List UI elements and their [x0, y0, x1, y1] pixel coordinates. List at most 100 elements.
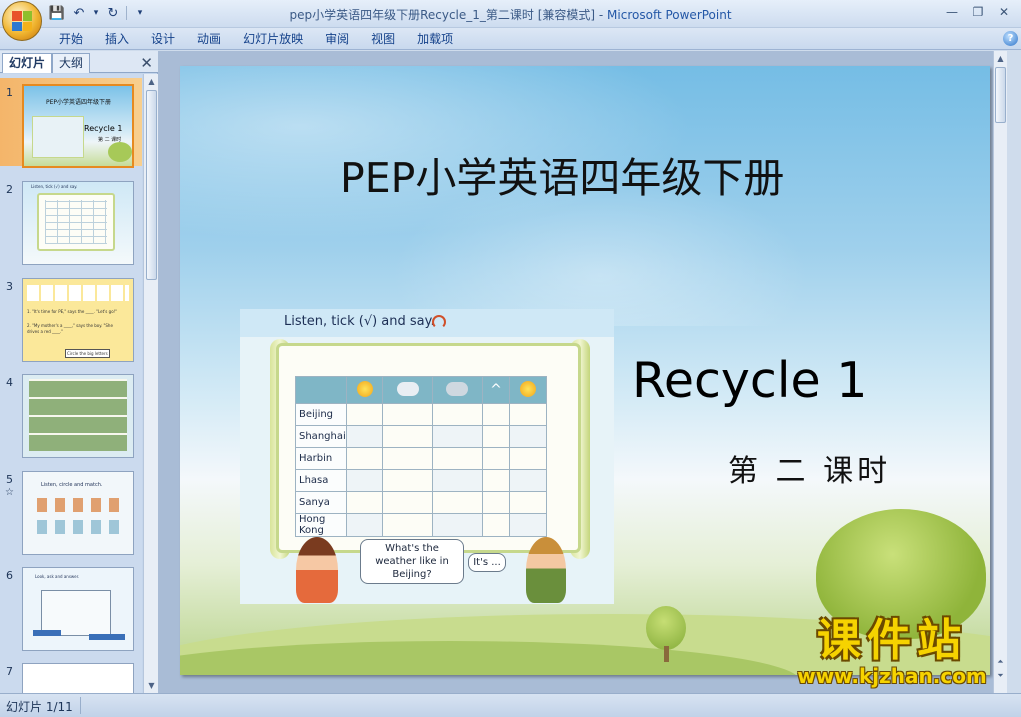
tab-view[interactable]: 视图 [360, 30, 406, 49]
table-cell[interactable] [432, 425, 483, 448]
panel-close-icon[interactable]: ✕ [140, 54, 153, 72]
table-cell[interactable] [382, 469, 434, 492]
table-cell[interactable] [382, 491, 434, 514]
tab-animations[interactable]: 动画 [186, 30, 232, 49]
slide-thumbnail-6[interactable]: 6 Look, ask and answer. [0, 561, 142, 651]
thumb-line-2: 2. "My mother's a ____," says the boy. "… [27, 323, 113, 334]
thumbnail-image: PEP小学英语四年级下册 Recycle 1 第 二 课时 [22, 84, 134, 168]
scroll-up-icon[interactable]: ▲ [995, 53, 1006, 64]
thumb-pic [32, 116, 84, 158]
thumb-instruction: Look, ask and answer. [35, 574, 80, 579]
table-cell[interactable] [432, 469, 483, 492]
tab-home[interactable]: 开始 [48, 30, 94, 49]
scroll-up-icon[interactable]: ▲ [146, 76, 157, 87]
headphones-icon [432, 315, 446, 329]
tab-design[interactable]: 设计 [140, 30, 186, 49]
table-cell[interactable] [509, 447, 547, 470]
table-row: Sanya [295, 491, 547, 514]
table-cell[interactable] [432, 513, 483, 537]
table-cell[interactable] [345, 425, 384, 448]
slide-thumbnail-3[interactable]: 3 1. "It's time for PE," says the ____. … [0, 272, 142, 362]
table-cell[interactable] [432, 447, 483, 470]
city-cell: Shanghai [295, 425, 347, 448]
slide-thumbnail-5[interactable]: 5 ☆ Listen, circle and match. [0, 465, 142, 555]
title-bar: 💾 ↶ ▾ ↻ ▾ pep小学英语四年级下册Recycle_1_第二课时 [兼容… [0, 0, 1021, 28]
tab-slides[interactable]: 幻灯片 [2, 53, 53, 73]
table-cell[interactable] [509, 491, 547, 514]
lesson-label[interactable]: 第 二 课时 [728, 446, 891, 490]
table-cell[interactable] [481, 491, 511, 514]
table-cell[interactable] [382, 513, 434, 537]
scrollbar-thumb[interactable] [146, 90, 157, 280]
table-cell[interactable] [345, 403, 384, 426]
scroll-down-icon[interactable]: ▼ [146, 680, 157, 691]
textbook-picture[interactable]: Listen, tick (√) and say. ^ Beijing Shan… [240, 309, 614, 604]
speech-bubble-boy: It's ... [468, 553, 506, 572]
table-cell[interactable] [509, 403, 547, 426]
slide-title[interactable]: PEP小学英语四年级下册 [340, 144, 784, 204]
table-cell[interactable] [481, 513, 511, 537]
scrollbar-thumb[interactable] [995, 67, 1006, 123]
header-windy: ^ [481, 376, 511, 404]
restore-button[interactable]: ❐ [965, 2, 991, 22]
thumbnails-scrollbar[interactable]: ▲ ▼ [143, 74, 158, 693]
tab-review[interactable]: 审阅 [314, 30, 360, 49]
slide-thumbnail-7[interactable]: 7 [0, 657, 142, 693]
tab-slide-show[interactable]: 幻灯片放映 [232, 30, 314, 49]
slide-scrollbar[interactable]: ▲ ⏶ ⏷ [993, 51, 1007, 693]
thumb-row-images [37, 498, 121, 512]
table-cell[interactable] [481, 403, 511, 426]
table-cell[interactable] [345, 491, 384, 514]
city-cell: Sanya [295, 491, 347, 514]
header-rainy [432, 376, 483, 404]
table-cell[interactable] [481, 447, 511, 470]
tab-outline[interactable]: 大纲 [52, 53, 91, 73]
table-row: Lhasa [295, 469, 547, 492]
minimize-button[interactable]: — [939, 2, 965, 22]
boy-illustration [526, 537, 566, 603]
table-cell[interactable] [382, 403, 434, 426]
table-cell[interactable] [345, 447, 384, 470]
thumb-recycle: Recycle 1 [84, 124, 123, 133]
table-cell[interactable] [432, 491, 483, 514]
document-title: pep小学英语四年级下册Recycle_1_第二课时 [兼容模式] - [289, 8, 608, 22]
tab-add-ins[interactable]: 加载项 [406, 30, 464, 49]
slide-thumbnails: 1 PEP小学英语四年级下册 Recycle 1 第 二 课时 2 Listen… [0, 74, 142, 693]
current-slide[interactable]: PEP小学英语四年级下册 Listen, tick (√) and say. ^ [180, 66, 990, 675]
watermark-url: www.kjzhan.com [797, 664, 987, 688]
table-cell[interactable] [481, 469, 511, 492]
close-button[interactable]: ✕ [991, 2, 1017, 22]
table-cell[interactable] [432, 403, 483, 426]
slide-number: 4 [6, 376, 13, 389]
thumb-line-1: 1. "It's time for PE," says the ____. "L… [27, 309, 118, 314]
table-cell[interactable] [481, 425, 511, 448]
ribbon: 开始 插入 设计 动画 幻灯片放映 审阅 视图 加载项 ? [0, 28, 1021, 50]
slide-number: 3 [6, 280, 13, 293]
table-cell[interactable] [345, 469, 384, 492]
thumbnail-image: Look, ask and answer. [22, 567, 134, 651]
cloudy-icon [396, 381, 419, 396]
slide-thumbnail-4[interactable]: 4 [0, 368, 142, 458]
help-icon[interactable]: ? [1003, 31, 1018, 46]
slide-counter: 幻灯片 1/11 [6, 700, 73, 714]
table-cell[interactable] [509, 469, 547, 492]
office-button[interactable] [2, 1, 42, 41]
slide-subtitle[interactable]: Recycle 1 [632, 352, 867, 409]
table-cell[interactable] [509, 513, 547, 537]
table-header-row: ^ [295, 376, 547, 404]
slide-thumbnail-2[interactable]: 2 Listen, tick (√) and say. [0, 175, 142, 265]
table-cell[interactable] [509, 425, 547, 448]
thumb-panels [29, 379, 127, 451]
thumbnail-image: Listen, circle and match. [22, 471, 134, 555]
tab-insert[interactable]: 插入 [94, 30, 140, 49]
sunny-icon [520, 380, 537, 397]
slide-thumbnail-1[interactable]: 1 PEP小学英语四年级下册 Recycle 1 第 二 课时 [0, 78, 142, 168]
table-cell[interactable] [345, 513, 384, 537]
office-logo-icon [12, 11, 32, 31]
table-cell[interactable] [382, 425, 434, 448]
girl-illustration [296, 537, 338, 603]
status-bar: 幻灯片 1/11 [0, 693, 1021, 717]
table-cell[interactable] [382, 447, 434, 470]
panel-tabs: 幻灯片 大纲 ✕ [0, 51, 158, 73]
thumb-grid [45, 200, 107, 244]
